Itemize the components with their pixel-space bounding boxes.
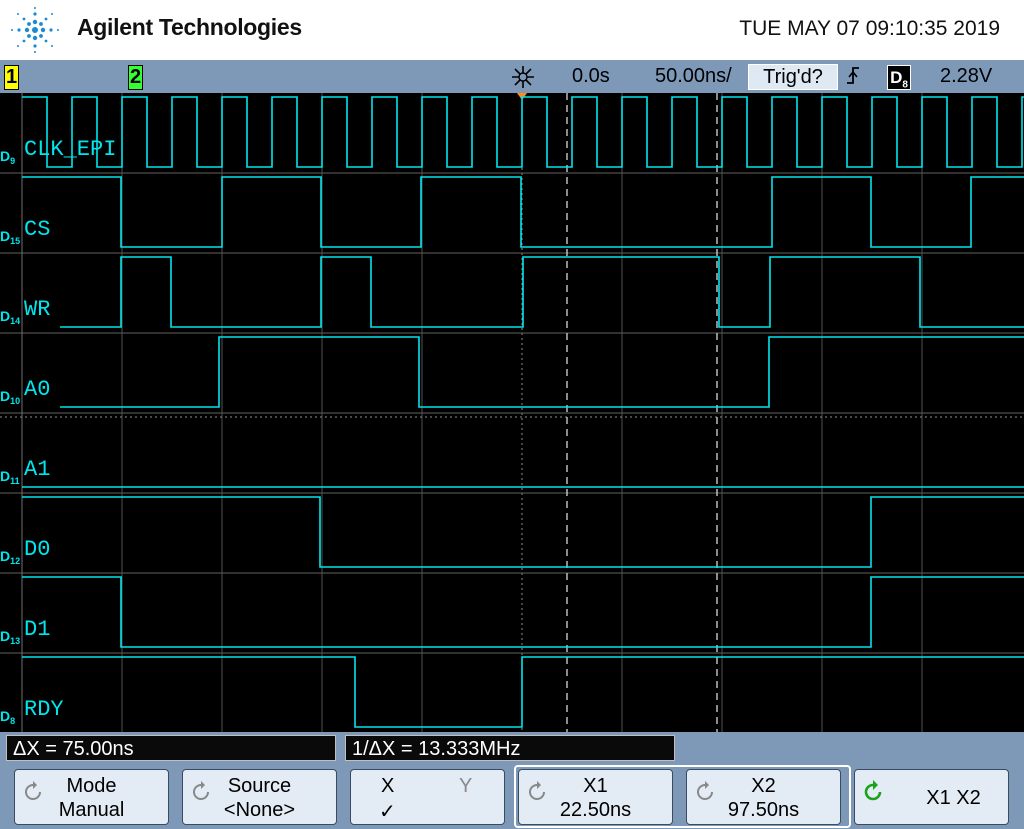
brand-name: Agilent Technologies xyxy=(77,14,302,40)
x2-softkey[interactable]: X2 97.50ns xyxy=(686,769,841,825)
source-title: Source xyxy=(227,775,292,797)
trigger-level[interactable]: 2.28V xyxy=(940,65,992,88)
x1-value: 22.50ns xyxy=(559,799,632,821)
waveform-display[interactable]: D9 CLK_EPID15 CSD14 WRD10 A0D11 A1D12 D0D13 D1D… xyxy=(0,93,1024,732)
status-bar: 1 2 0.0s 50.00ns/ Trig'd? D8 2.28V xyxy=(0,60,1024,93)
channel-label-wr: WR xyxy=(24,297,50,322)
source-value: <None> xyxy=(223,799,296,821)
x1-title: X1 xyxy=(583,775,608,797)
x2-title: X2 xyxy=(751,775,776,797)
x2-value: 97.50ns xyxy=(727,799,800,821)
source-softkey[interactable]: Source <None> xyxy=(182,769,337,825)
time-reference[interactable]: 0.0s xyxy=(572,65,610,88)
date-time: TUE MAY 07 09:10:35 2019 xyxy=(739,17,1000,40)
channel-label-a1: A1 xyxy=(24,457,50,482)
check-icon: ✓ xyxy=(379,801,396,823)
channel-label-rdy: RDY xyxy=(24,697,64,722)
agilent-spark-logo-icon xyxy=(11,7,59,53)
y-option: Y xyxy=(459,775,473,797)
x1-x2-softkey[interactable]: X1 X2 xyxy=(854,769,1009,825)
header-bar: Agilent Technologies TUE MAY 07 09:10:35… xyxy=(0,0,1024,60)
mode-title: Mode xyxy=(66,775,117,797)
inverse-delta-x-readout: 1/ΔX = 13.333MHz xyxy=(345,735,675,761)
channel-label-cs: CS xyxy=(24,217,50,242)
mode-value: Manual xyxy=(58,799,125,821)
trigger-source-badge[interactable]: D8 xyxy=(887,65,911,90)
trigger-source-number: 8 xyxy=(902,79,908,91)
trigger-status: Trig'd? xyxy=(748,64,838,90)
rising-edge-icon xyxy=(847,67,859,84)
mode-softkey[interactable]: Mode Manual xyxy=(14,769,169,825)
trigger-source-letter: D xyxy=(890,68,903,87)
timebase[interactable]: 50.00ns/ xyxy=(655,65,732,88)
channel-1-badge[interactable]: 1 xyxy=(4,65,19,90)
channel-label-clk-epi: CLK_EPI xyxy=(24,137,116,162)
run-state-icon xyxy=(512,66,534,88)
channel-label-d1: D1 xyxy=(24,617,50,642)
x1-x2-label: X1 X2 xyxy=(926,787,981,809)
delta-x-readout: ΔX = 75.00ns xyxy=(6,735,336,761)
channel-label-d0: D0 xyxy=(24,537,50,562)
measurement-bar: ΔX = 75.00ns 1/ΔX = 13.333MHz xyxy=(0,732,1024,764)
xy-units-softkey[interactable]: X Y ✓ xyxy=(350,769,505,825)
channel-label-a0: A0 xyxy=(24,377,50,402)
channel-2-badge[interactable]: 2 xyxy=(128,65,143,90)
x1-softkey[interactable]: X1 22.50ns xyxy=(518,769,673,825)
x-option: X xyxy=(381,775,395,797)
softkey-bar: Mode Manual Source <None> X Y ✓ X1 22.50… xyxy=(0,764,1024,829)
